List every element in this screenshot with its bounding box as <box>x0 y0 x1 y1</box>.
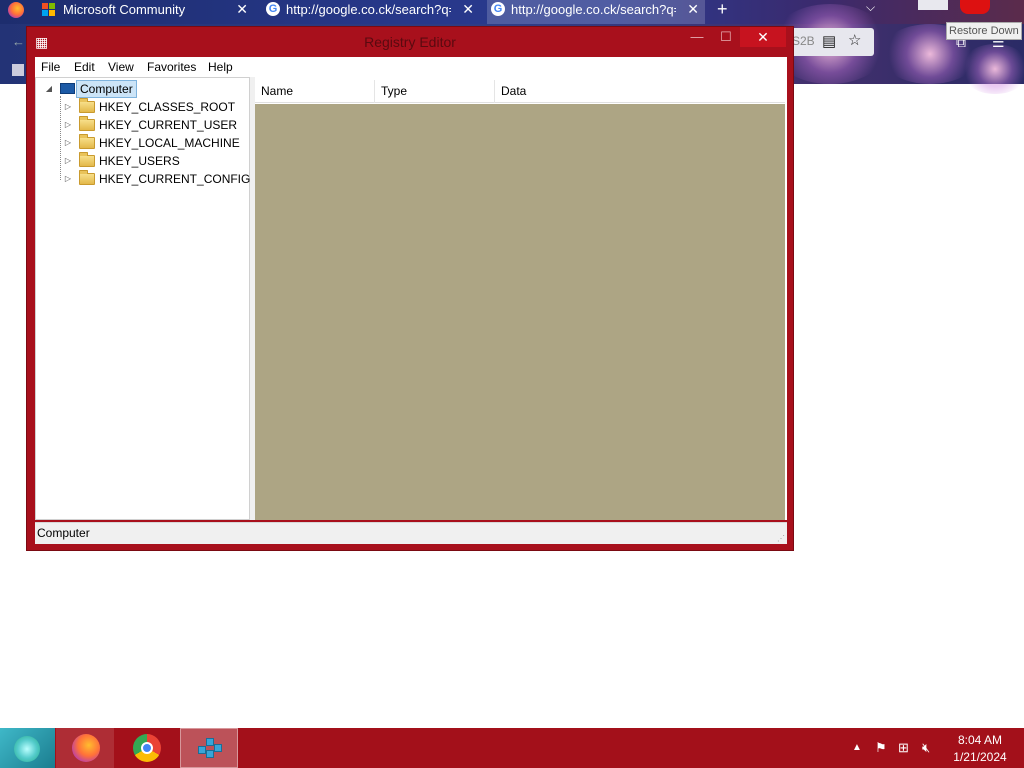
tab-microsoft-community[interactable]: Microsoft Community ✕ <box>36 0 254 24</box>
status-path: Computer <box>37 526 90 540</box>
menu-help[interactable]: Help <box>208 57 233 77</box>
expand-arrow-icon[interactable]: ▷ <box>63 116 73 134</box>
google-icon: G <box>491 2 505 16</box>
folder-icon <box>79 152 95 167</box>
window-control-box[interactable] <box>918 0 948 10</box>
regedit-icon <box>196 736 222 762</box>
collapse-arrow-icon[interactable]: ◢ <box>44 80 54 98</box>
folder-icon <box>79 170 95 185</box>
expand-arrow-icon[interactable]: ▷ <box>63 134 73 152</box>
registry-values-pane[interactable]: Name Type Data <box>255 77 787 520</box>
expand-arrow-icon[interactable]: ▷ <box>63 98 73 116</box>
folder-icon <box>79 98 95 113</box>
maximize-button[interactable]: ☐ <box>712 27 740 47</box>
column-header-type[interactable]: Type <box>375 80 495 103</box>
restore-down-tooltip: Restore Down <box>946 22 1022 40</box>
resize-grip-icon[interactable]: ⋰ <box>777 534 785 543</box>
menu-bar: File Edit View Favorites Help <box>35 57 787 77</box>
show-hidden-icons-icon[interactable]: ▲ <box>852 742 862 753</box>
tab-google-search-2[interactable]: G http://google.co.ck/search?q= ✕ <box>487 0 705 24</box>
tree-item-label: HKEY_LOCAL_MACHINE <box>99 136 240 150</box>
tab-google-search-1[interactable]: G http://google.co.ck/search?q= ✕ <box>262 0 480 24</box>
clock-date[interactable]: 1/21/2024 <box>950 750 1010 764</box>
tree-item-hkey-classes-root[interactable]: ▷ HKEY_CLASSES_ROOT <box>36 98 246 116</box>
page-icon <box>12 64 24 76</box>
firefox-icon <box>8 2 24 18</box>
close-tab-icon[interactable]: ✕ <box>687 0 699 19</box>
clock-time[interactable]: 8:04 AM <box>950 733 1010 747</box>
values-list-area[interactable] <box>255 104 785 520</box>
tree-item-label: HKEY_CURRENT_USER <box>99 118 238 132</box>
values-column-header: Name Type Data <box>255 80 785 103</box>
computer-icon <box>60 83 75 94</box>
registry-tree-pane[interactable]: ◢ Computer ▷ HKEY_CLASSES_ROOT ▷ HKEY_CU… <box>35 77 250 520</box>
window-title: Registry Editor <box>364 34 456 50</box>
tree-item-computer[interactable]: ◢ Computer <box>36 80 236 98</box>
tab-label: Microsoft Community <box>63 2 186 17</box>
new-tab-button[interactable]: + <box>717 0 728 18</box>
close-button[interactable]: ✕ <box>740 27 786 47</box>
microsoft-logo-icon <box>42 3 55 16</box>
chrome-icon <box>133 734 161 762</box>
expand-arrow-icon[interactable]: ▷ <box>63 152 73 170</box>
start-button[interactable] <box>0 728 55 768</box>
tree-item-label: HKEY_CURRENT_CONFIG <box>99 172 251 186</box>
tree-item-hkey-users[interactable]: ▷ HKEY_USERS <box>36 152 246 170</box>
tab-label: http://google.co.ck/search?q= <box>286 2 451 17</box>
column-header-data[interactable]: Data <box>495 80 785 103</box>
close-tab-icon[interactable]: ✕ <box>462 0 474 19</box>
volume-muted-icon[interactable]: 🔇︎ <box>922 740 930 756</box>
minimize-button[interactable]: — <box>683 27 711 47</box>
tree-item-label: HKEY_USERS <box>99 154 180 168</box>
address-fragment: S2B <box>792 34 815 48</box>
taskbar-chrome-button[interactable] <box>118 728 176 768</box>
menu-edit[interactable]: Edit <box>74 57 95 77</box>
bookmark-star-icon[interactable]: ☆ <box>848 31 861 49</box>
taskbar-firefox-button[interactable] <box>56 728 114 768</box>
title-bar[interactable]: ▦ Registry Editor — ☐ ✕ <box>27 27 793 57</box>
action-center-flag-icon[interactable]: ⚑ <box>875 740 887 756</box>
status-bar: Computer ⋰ <box>35 522 787 544</box>
expand-arrow-icon[interactable]: ▷ <box>63 170 73 188</box>
tree-item-hkey-current-user[interactable]: ▷ HKEY_CURRENT_USER <box>36 116 246 134</box>
tree-item-label: Computer <box>76 80 137 98</box>
restore-down-button[interactable] <box>960 0 990 14</box>
firework-decoration <box>960 44 1024 94</box>
folder-icon <box>79 134 95 149</box>
menu-view[interactable]: View <box>108 57 134 77</box>
folder-icon <box>79 116 95 131</box>
tab-label: http://google.co.ck/search?q= <box>511 2 676 17</box>
google-icon: G <box>266 2 280 16</box>
tree-item-hkey-current-config[interactable]: ▷ HKEY_CURRENT_CONFIG <box>36 170 251 188</box>
taskbar-regedit-button[interactable] <box>180 728 238 768</box>
tree-item-label: HKEY_CLASSES_ROOT <box>99 100 236 114</box>
back-icon[interactable]: ← <box>12 34 25 49</box>
address-bar-right[interactable]: S2B ▤ ☆ <box>786 28 874 56</box>
column-header-name[interactable]: Name <box>255 80 375 103</box>
menu-file[interactable]: File <box>41 57 60 77</box>
start-logo-icon <box>14 736 40 762</box>
close-tab-icon[interactable]: ✕ <box>236 0 248 19</box>
tree-item-hkey-local-machine[interactable]: ▷ HKEY_LOCAL_MACHINE <box>36 134 246 152</box>
firefox-icon <box>72 734 100 762</box>
menu-favorites[interactable]: Favorites <box>147 57 196 77</box>
taskbar: ▲ ⚑ ⊞ 🔇︎ 8:04 AM 1/21/2024 <box>0 728 1024 768</box>
network-icon[interactable]: ⊞ <box>898 740 909 756</box>
reader-view-icon[interactable]: ▤ <box>822 32 836 50</box>
registry-editor-window[interactable]: ▦ Registry Editor — ☐ ✕ File Edit View F… <box>26 26 794 551</box>
